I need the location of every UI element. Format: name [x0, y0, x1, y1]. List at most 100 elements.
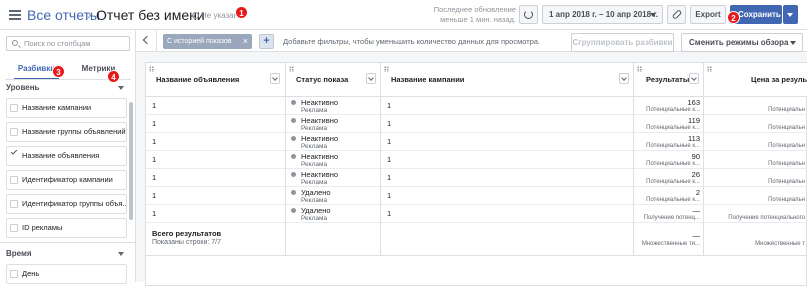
breakdown-item-ad-id[interactable]: ID рекламы: [6, 218, 127, 238]
status-text: Неактивно: [301, 134, 339, 143]
column-header-status[interactable]: Статус показа: [286, 63, 381, 97]
status-sub: Реклама: [301, 107, 328, 114]
status-sub: Реклама: [301, 161, 328, 168]
table-row[interactable]: 1 Неактивно Реклама 1 163 Потенциальные к... П…: [146, 97, 807, 115]
results-value: —: [692, 206, 701, 215]
cell-cost: Потенциальн: [704, 187, 807, 205]
date-range-picker[interactable]: 1 апр 2018 г. – 10 апр 2018 г.: [542, 5, 663, 24]
save-dropdown-button[interactable]: [783, 5, 798, 24]
cell-ad-name: 1: [146, 133, 286, 151]
cell-results: 113 Потенциальные к...: [634, 133, 704, 151]
results-sub: Потенциальные к...: [646, 143, 700, 149]
report-table: Название объявления Статус показа Назван…: [145, 62, 807, 286]
cell-campaign: 1: [381, 133, 634, 151]
section-level-title: Уровень: [6, 83, 40, 92]
table-row[interactable]: 1 Неактивно Реклама 1 90 Потенциальные к... По…: [146, 151, 807, 169]
view-mode-label: Сменить режимы обзора: [689, 38, 789, 47]
drag-handle-icon[interactable]: [149, 66, 154, 72]
column-header-ad-name[interactable]: Название объявления: [146, 63, 286, 97]
cost-sub: Потенциальн: [768, 143, 805, 149]
top-bar: Все отчеты › Отчет без имени Не указан 1…: [0, 0, 807, 30]
total-results: —: [692, 231, 701, 240]
table-row[interactable]: 1 Удалено Реклама 1 2 Потенциальные к... Потен…: [146, 187, 807, 205]
sort-icon[interactable]: [366, 73, 376, 84]
breakdown-item-day[interactable]: День: [6, 264, 127, 284]
export-button[interactable]: Export: [690, 5, 726, 24]
table-row[interactable]: 1 Удалено Реклама 1— Получение потенц... Полу…: [146, 205, 807, 223]
status-text: Удалено: [301, 206, 331, 215]
history-filter-pill[interactable]: С историей показов ×: [163, 34, 252, 49]
drag-handle-icon[interactable]: [289, 66, 294, 72]
column-label: Результаты: [646, 75, 690, 84]
results-sub: Потенциальные к...: [646, 179, 700, 185]
group-breakdowns-button[interactable]: Сгруппировать разбивки: [571, 33, 674, 52]
date-range-text: 1 апр 2018 г. – 10 апр 2018 г.: [549, 10, 659, 19]
cell-status: Неактивно Реклама: [286, 115, 381, 133]
cell-campaign: 1: [381, 151, 634, 169]
sort-icon[interactable]: [619, 73, 629, 84]
check-icon[interactable]: [10, 148, 18, 155]
checkbox[interactable]: [10, 200, 18, 208]
cell-status: Неактивно Реклама: [286, 97, 381, 115]
checkbox[interactable]: [10, 176, 18, 184]
section-time-caret-icon[interactable]: [118, 252, 124, 256]
section-divider: [0, 242, 135, 243]
report-title[interactable]: Отчет без имени: [96, 7, 205, 23]
cell-status: Удалено Реклама: [286, 187, 381, 205]
status-text: Неактивно: [301, 98, 339, 107]
checkbox[interactable]: [10, 128, 18, 136]
status-text: Неактивно: [301, 170, 339, 179]
menu-icon[interactable]: [9, 10, 21, 20]
checkbox[interactable]: [10, 270, 18, 278]
main-panel: С историей показов × + Добавьте фильтры,…: [136, 30, 807, 286]
table-row[interactable]: 1 Неактивно Реклама 1 26 Потенциальные к... По…: [146, 169, 807, 187]
section-level-caret-icon[interactable]: [118, 86, 124, 90]
breakdown-item-ad-name[interactable]: Название объявления: [6, 146, 127, 166]
cell-ad-name: 1: [146, 169, 286, 187]
drag-handle-icon[interactable]: [707, 66, 712, 72]
breakdown-item-adset-name[interactable]: Название группы объявлений: [6, 122, 127, 142]
checkbox[interactable]: [10, 224, 18, 232]
breakdown-item-campaign-id[interactable]: Идентификатор кампании: [6, 170, 127, 190]
drag-handle-icon[interactable]: [384, 66, 389, 72]
cost-sub: Потенциальн: [768, 197, 805, 203]
total-results-cell: — Множественные ти...: [634, 223, 704, 256]
status-sub: Реклама: [301, 143, 328, 150]
item-label: ID рекламы: [22, 223, 63, 232]
results-sub: Потенциальные к...: [646, 125, 700, 131]
refresh-button[interactable]: [519, 5, 538, 24]
cell-results: 26 Потенциальные к...: [634, 169, 704, 187]
sort-icon[interactable]: [270, 73, 280, 84]
sort-icon[interactable]: [689, 73, 699, 84]
collapse-sidebar-icon[interactable]: [142, 35, 152, 45]
column-header-results[interactable]: Результаты: [634, 63, 704, 97]
date-caret-icon: [650, 13, 656, 17]
pill-close-icon[interactable]: ×: [243, 34, 248, 49]
cell-campaign: 1: [381, 169, 634, 187]
cell-cost: Потенциальн: [704, 151, 807, 169]
add-filter-button[interactable]: +: [259, 34, 274, 49]
breakdown-item-campaign-name[interactable]: Название кампании: [6, 98, 127, 118]
breakdown-item-adset-id[interactable]: Идентификатор группы объя...: [6, 194, 127, 214]
table-row[interactable]: 1 Неактивно Реклама 1 119 Потенциальные к... П…: [146, 115, 807, 133]
filter-bar: С историей показов × + Добавьте фильтры,…: [136, 30, 807, 52]
view-mode-button[interactable]: Сменить режимы обзора: [681, 33, 803, 52]
checkbox[interactable]: [10, 104, 18, 112]
unnamed-label[interactable]: Не указан: [192, 11, 238, 20]
column-header-cost[interactable]: Цена за резуль: [704, 63, 807, 97]
cell-campaign: 1: [381, 115, 634, 133]
status-dot-icon: [291, 154, 296, 159]
column-header-campaign-name[interactable]: Название кампании: [381, 63, 634, 97]
drag-handle-icon[interactable]: [637, 66, 642, 72]
link-button[interactable]: [667, 5, 686, 24]
results-sub: Получение потенц...: [643, 215, 700, 221]
total-title: Всего результатов: [152, 229, 222, 238]
cost-sub: Потенциальн: [768, 161, 805, 167]
total-shown: Показаны строки: 7/7: [152, 239, 221, 246]
sidebar-scrollbar[interactable]: [129, 102, 133, 220]
column-search-input[interactable]: Поиск по столбцам: [6, 36, 130, 51]
column-label: Статус показа: [296, 75, 349, 84]
table-row[interactable]: 1 Неактивно Реклама 1 113 Потенциальные к... П…: [146, 133, 807, 151]
badge-2: 2: [727, 11, 740, 24]
cell-ad-name: 1: [146, 187, 286, 205]
